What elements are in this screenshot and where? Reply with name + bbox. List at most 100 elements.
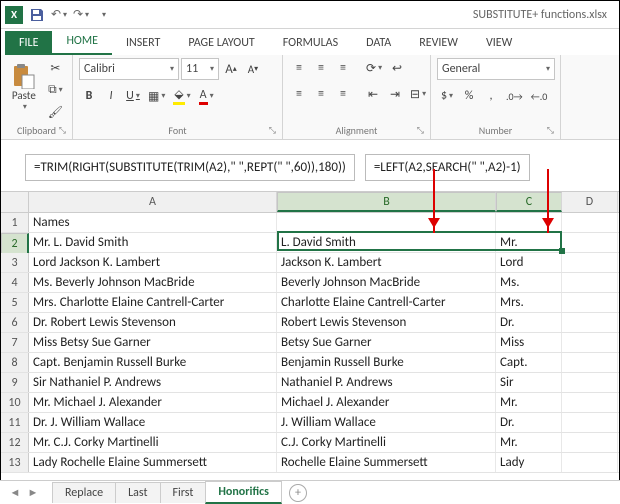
spreadsheet-grid[interactable]: A B C D 1Names2Mr. L. David SmithL. Davi… — [1, 191, 619, 473]
col-header-D[interactable]: D — [562, 192, 618, 212]
tab-formulas[interactable]: FORMULAS — [269, 31, 352, 55]
fill-handle[interactable] — [559, 248, 565, 254]
cell[interactable]: Names — [29, 213, 277, 232]
decrease-indent-icon[interactable]: ⇤ — [363, 84, 383, 104]
col-header-C[interactable]: C — [496, 192, 562, 212]
italic-button[interactable]: I — [101, 86, 121, 106]
sheet-tab-first[interactable]: First — [160, 482, 207, 503]
cell[interactable]: Lady — [496, 453, 562, 472]
cell[interactable] — [562, 233, 618, 252]
cell[interactable]: Mr. — [496, 233, 562, 252]
cell[interactable]: C.J. Corky Martinelli — [277, 433, 496, 452]
cell[interactable] — [562, 393, 618, 412]
row-header[interactable]: 7 — [1, 333, 29, 352]
tab-review[interactable]: REVIEW — [405, 31, 472, 55]
alignment-launcher-icon[interactable]: ⤡ — [417, 125, 424, 136]
cell[interactable]: Ms. — [496, 273, 562, 292]
increase-indent-icon[interactable]: ⇥ — [385, 84, 405, 104]
cell[interactable] — [562, 213, 618, 232]
orientation-icon[interactable]: ⟳▾ — [363, 58, 385, 78]
fill-color-icon[interactable]: ⬙▾ — [170, 86, 193, 106]
sheet-tab-honorifics[interactable]: Honorifics — [205, 481, 282, 504]
select-all-corner[interactable] — [1, 192, 29, 212]
cell[interactable]: Betsy Sue Garner — [277, 333, 496, 352]
underline-button[interactable]: U▾ — [123, 86, 143, 106]
decrease-decimal-icon[interactable]: ←.0 — [528, 86, 551, 106]
comma-format-icon[interactable]: , — [481, 86, 501, 106]
sheet-nav-prev-icon[interactable]: ◄ — [6, 484, 24, 502]
row-header[interactable]: 5 — [1, 293, 29, 312]
cell[interactable]: L. David Smith — [277, 233, 496, 252]
align-left-icon[interactable]: ≡ — [289, 84, 309, 104]
cell[interactable] — [562, 253, 618, 272]
cell[interactable]: J. William Wallace — [277, 413, 496, 432]
cell[interactable]: Mr. Michael J. Alexander — [29, 393, 277, 412]
cell[interactable]: Benjamin Russell Burke — [277, 353, 496, 372]
col-header-A[interactable]: A — [29, 192, 277, 212]
border-icon[interactable]: ▦▾ — [145, 86, 168, 106]
cell[interactable]: Mr. L. David Smith — [29, 233, 277, 252]
undo-icon[interactable]: ↶▾ — [51, 7, 67, 23]
bold-button[interactable]: B — [79, 86, 99, 106]
tab-data[interactable]: DATA — [352, 31, 405, 55]
cell[interactable]: Capt. — [496, 353, 562, 372]
qat-customize-icon[interactable]: ▾ — [95, 7, 111, 23]
row-header[interactable]: 12 — [1, 433, 29, 452]
row-header[interactable]: 6 — [1, 313, 29, 332]
row-header[interactable]: 10 — [1, 393, 29, 412]
merge-center-icon[interactable]: ⊟▾ — [407, 84, 429, 104]
wrap-text-icon[interactable]: ↩ — [387, 58, 407, 78]
cell[interactable]: Mr. C.J. Corky Martinelli — [29, 433, 277, 452]
paste-button[interactable]: Paste ▾ — [7, 58, 41, 116]
cell[interactable]: Sir — [496, 373, 562, 392]
font-launcher-icon[interactable]: ⤡ — [269, 125, 276, 136]
sheet-nav-next-icon[interactable]: ► — [24, 484, 42, 502]
cell[interactable]: Dr. Robert Lewis Stevenson — [29, 313, 277, 332]
cell[interactable]: Capt. Benjamin Russell Burke — [29, 353, 277, 372]
row-header[interactable]: 4 — [1, 273, 29, 292]
accounting-format-icon[interactable]: $▾ — [437, 86, 457, 106]
cell[interactable] — [562, 333, 618, 352]
col-header-B[interactable]: B — [277, 192, 496, 212]
tab-view[interactable]: VIEW — [472, 31, 526, 55]
new-sheet-button[interactable]: + — [289, 484, 307, 502]
cell[interactable]: Ms. Beverly Johnson MacBride — [29, 273, 277, 292]
cell[interactable]: Dr. — [496, 413, 562, 432]
cell[interactable]: Mr. — [496, 433, 562, 452]
number-launcher-icon[interactable]: ⤡ — [547, 125, 554, 136]
cell[interactable] — [562, 433, 618, 452]
row-header[interactable]: 8 — [1, 353, 29, 372]
row-header[interactable]: 2 — [1, 233, 29, 255]
cell[interactable]: Robert Lewis Stevenson — [277, 313, 496, 332]
cell[interactable]: Dr. J. William Wallace — [29, 413, 277, 432]
cell[interactable]: Miss — [496, 333, 562, 352]
cell[interactable]: Jackson K. Lambert — [277, 253, 496, 272]
row-header[interactable]: 11 — [1, 413, 29, 432]
tab-insert[interactable]: INSERT — [112, 31, 174, 55]
cell[interactable]: Rochelle Elaine Summersett — [277, 453, 496, 472]
cell[interactable] — [277, 213, 496, 232]
sheet-tab-replace[interactable]: Replace — [52, 482, 116, 503]
row-header[interactable]: 1 — [1, 213, 29, 232]
cell[interactable]: Michael J. Alexander — [277, 393, 496, 412]
cut-icon[interactable]: ✂ — [45, 58, 66, 78]
cell[interactable]: Nathaniel P. Andrews — [277, 373, 496, 392]
cell[interactable]: Lord Jackson K. Lambert — [29, 253, 277, 272]
tab-home[interactable]: HOME — [52, 29, 112, 55]
copy-icon[interactable]: ⧉▾ — [45, 80, 66, 100]
align-center-icon[interactable]: ≡ — [311, 84, 331, 104]
cell[interactable] — [562, 453, 618, 472]
cell[interactable] — [562, 413, 618, 432]
decrease-font-icon[interactable]: A▾ — [243, 59, 263, 79]
font-name-select[interactable]: Calibri▾ — [79, 58, 179, 80]
cell[interactable]: Mrs. Charlotte Elaine Cantrell-Carter — [29, 293, 277, 312]
row-header[interactable]: 3 — [1, 253, 29, 272]
align-right-icon[interactable]: ≡ — [333, 84, 353, 104]
row-header[interactable]: 13 — [1, 453, 29, 472]
cell[interactable]: Charlotte Elaine Cantrell-Carter — [277, 293, 496, 312]
align-bottom-icon[interactable]: ≡ — [333, 58, 353, 78]
cell[interactable] — [562, 293, 618, 312]
format-painter-icon[interactable]: 🖌 — [45, 102, 66, 122]
tab-page-layout[interactable]: PAGE LAYOUT — [174, 31, 268, 55]
cell[interactable]: Lady Rochelle Elaine Summersett — [29, 453, 277, 472]
